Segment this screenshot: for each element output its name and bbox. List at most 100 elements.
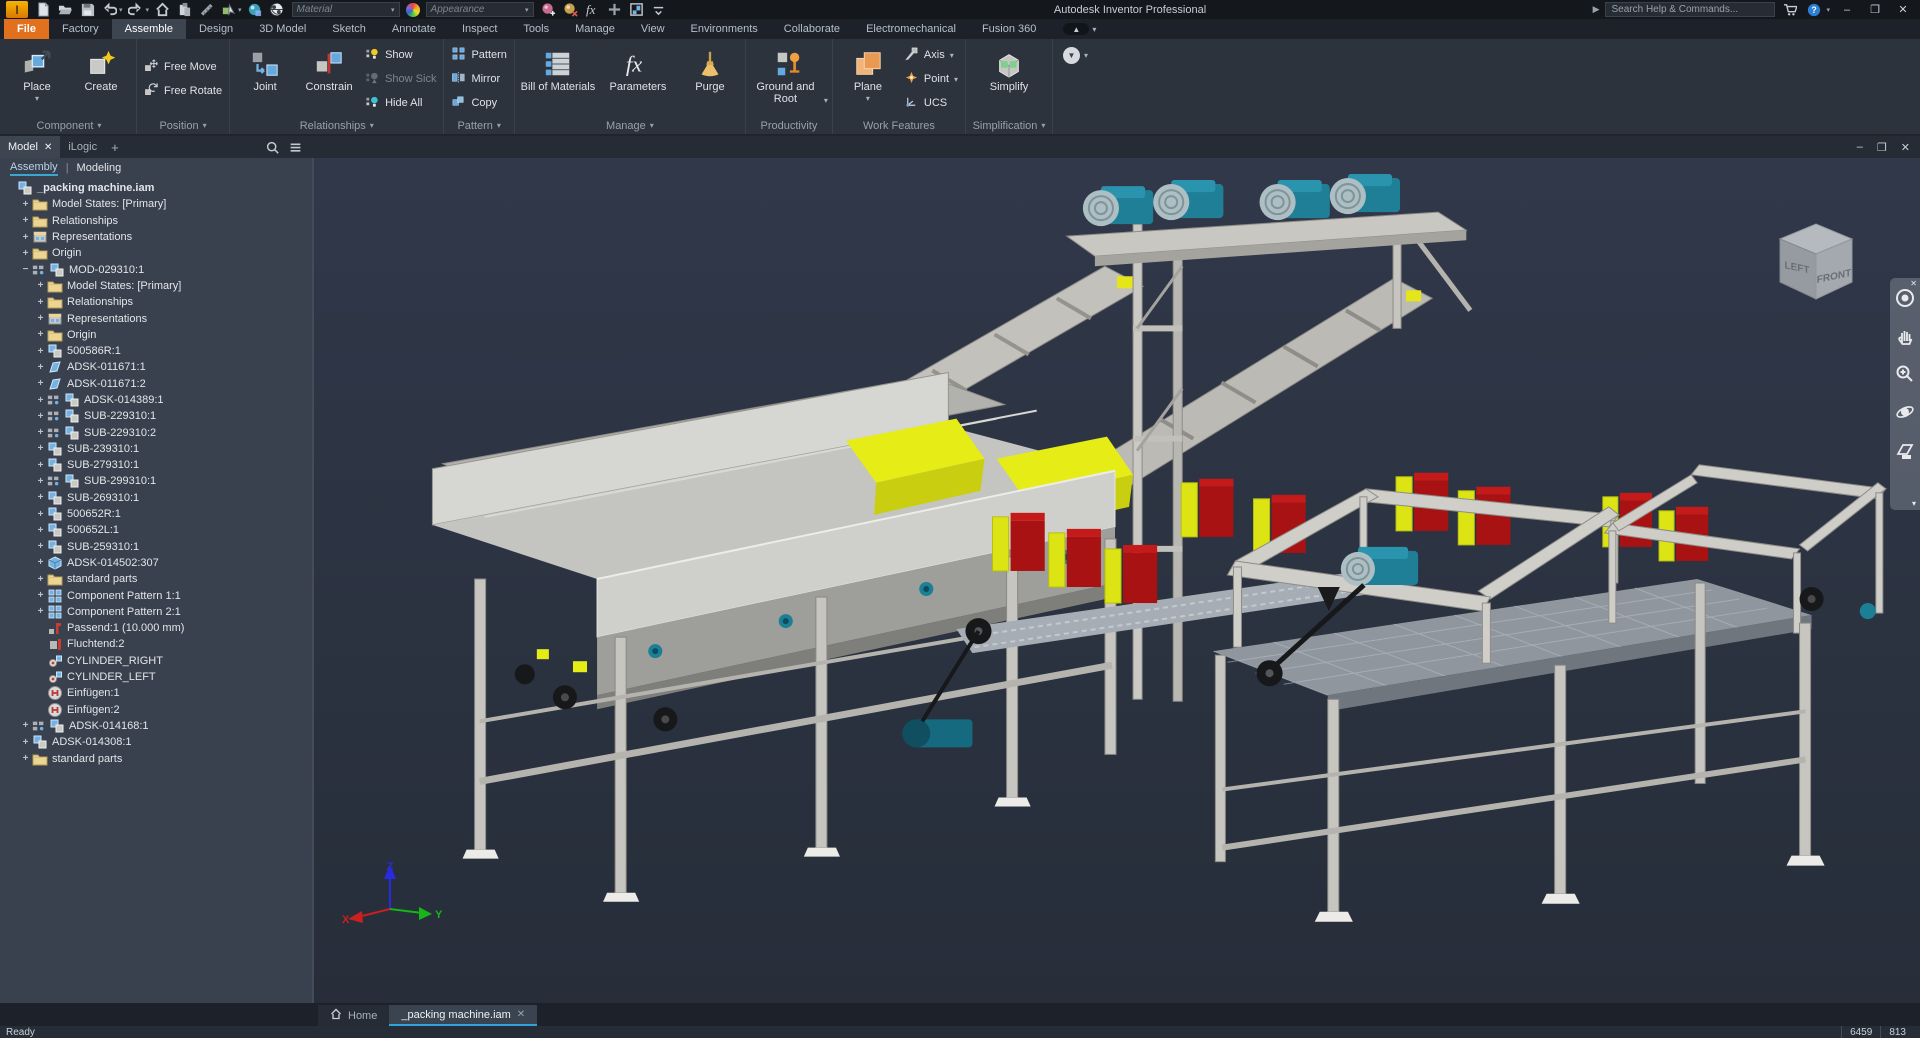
ribbon-tab-inspect[interactable]: Inspect [449,19,510,39]
tree-row[interactable]: +Representations [4,310,312,326]
tree-row[interactable]: Einfügen:1 [4,685,312,701]
expander-plus-icon[interactable]: + [19,232,32,243]
ribbon-hide-all-button[interactable]: Hide All [362,93,439,113]
orbit-icon[interactable] [1895,402,1915,427]
tree-row[interactable]: +Relationships [4,294,312,310]
search-icon[interactable] [266,141,279,154]
ribbon-tab-design[interactable]: Design [186,19,246,39]
new-file-icon[interactable] [34,2,52,18]
pan-icon[interactable] [1895,326,1915,351]
ribbon-tab-electromechanical[interactable]: Electromechanical [853,19,969,39]
browser-tab-model[interactable]: Model✕ [0,136,60,158]
expander-plus-icon[interactable]: + [34,443,47,454]
expander-plus-icon[interactable]: + [34,509,47,520]
tree-row[interactable]: +Component Pattern 2:1 [4,604,312,620]
viewport-3d[interactable]: LEFT FRONT ✕ ▾ Z X Y [312,158,1920,1003]
ribbon-mirror-button[interactable]: Mirror [448,69,509,89]
tree-row[interactable]: +standard parts [4,571,312,587]
expander-plus-icon[interactable]: + [34,411,47,422]
tree-row[interactable]: +ADSK-011671:1 [4,359,312,375]
viewcube[interactable]: LEFT FRONT [1770,213,1862,305]
tree-row[interactable]: −MOD-029310:1 [4,261,312,277]
add-icon[interactable] [606,2,624,18]
doc-close-button[interactable]: ✕ [1901,141,1910,154]
open-icon[interactable] [56,2,74,18]
machine-model[interactable] [314,158,1920,1003]
tree-row[interactable]: +ADSK-014168:1 [4,718,312,734]
ribbon-constrain-button[interactable]: Constrain [298,44,360,114]
browser-subtab-assembly[interactable]: Assembly [10,161,58,176]
expander-plus-icon[interactable]: + [19,199,32,210]
expander-plus-icon[interactable]: + [34,557,47,568]
tree-row[interactable]: +Representations [4,229,312,245]
expand-search-icon[interactable]: ▶ [1593,4,1600,15]
doc-restore-button[interactable]: ❐ [1877,141,1887,154]
ribbon-ucs-button[interactable]: UCS [901,93,961,113]
tree-row[interactable]: +500586R:1 [4,343,312,359]
home-icon[interactable] [153,2,171,18]
fx-icon[interactable]: fx [584,2,602,18]
undo-menu-arrow[interactable]: ▾ [119,6,123,14]
tree-row[interactable]: +500652L:1 [4,522,312,538]
add-browser-tab-button[interactable]: + [105,140,125,155]
qat-menu-icon[interactable] [650,2,668,18]
select-menu-arrow[interactable]: ▾ [238,6,242,14]
expander-plus-icon[interactable]: + [19,753,32,764]
tree-row[interactable]: +Model States: [Primary] [4,196,312,212]
ribbon-collapse-button[interactable]: ▼ [1063,47,1080,64]
tree-row[interactable]: +SUB-259310:1 [4,539,312,555]
tree-row[interactable]: +SUB-279310:1 [4,457,312,473]
tree-row[interactable]: +Component Pattern 1:1 [4,587,312,603]
ribbon-tab-factory[interactable]: Factory [49,19,112,39]
tree-row[interactable]: +SUB-269310:1 [4,490,312,506]
ribbon-joint-button[interactable]: Joint [234,44,296,114]
tree-row[interactable]: +500652R:1 [4,506,312,522]
ribbon-bill-of-materials-button[interactable]: Bill of Materials [519,44,597,114]
remove-appearance-icon[interactable] [562,2,580,18]
expander-plus-icon[interactable]: + [19,248,32,259]
tree-row[interactable]: +SUB-239310:1 [4,441,312,457]
tree-row[interactable]: +ADSK-014389:1 [4,392,312,408]
ribbon-tab-collaborate[interactable]: Collaborate [771,19,853,39]
tree-row[interactable]: CYLINDER_RIGHT [4,653,312,669]
expander-plus-icon[interactable]: + [34,590,47,601]
ribbon-place-button[interactable]: Place▾ [6,44,68,114]
tree-row[interactable]: +ADSK-014502:307 [4,555,312,571]
ribbon-pattern-button[interactable]: Pattern [448,45,509,65]
ribbon-tab-annotate[interactable]: Annotate [379,19,449,39]
expander-plus-icon[interactable]: + [34,313,47,324]
expander-plus-icon[interactable]: + [34,329,47,340]
doc-minimize-button[interactable]: – [1857,141,1863,154]
ribbon-tab-environments[interactable]: Environments [678,19,771,39]
navbar-more-icon[interactable]: ▾ [1912,499,1916,508]
close-icon[interactable]: ✕ [517,1009,525,1020]
ribbon-ground-and-root-button[interactable]: Ground and Root▾ [750,44,828,114]
expander-plus-icon[interactable]: + [34,606,47,617]
tree-row[interactable]: +Relationships [4,213,312,229]
ribbon-collapse-menu-arrow[interactable]: ▾ [1084,51,1088,60]
adjust-material-icon[interactable] [540,2,558,18]
expander-plus-icon[interactable]: + [34,378,47,389]
close-icon[interactable]: ✕ [44,142,52,153]
paste-icon[interactable] [175,2,193,18]
tree-row[interactable]: +SUB-299310:1 [4,473,312,489]
ribbon-tab-assemble[interactable]: Assemble [112,19,186,39]
expander-plus-icon[interactable]: + [34,574,47,585]
panels-icon[interactable] [628,2,646,18]
color-wheel-icon[interactable] [406,3,420,17]
ribbon-tab-fusion-360[interactable]: Fusion 360 [969,19,1049,39]
tree-row[interactable]: CYLINDER_LEFT [4,669,312,685]
browser-subtab-modeling[interactable]: Modeling [77,162,122,174]
fusion-cloud-menu[interactable]: ▲▾ [1063,19,1096,39]
ribbon-group-label-component[interactable]: Component▾ [6,117,132,134]
expander-minus-icon[interactable]: − [19,264,32,275]
tree-row[interactable]: +Model States: [Primary] [4,278,312,294]
expander-plus-icon[interactable]: + [34,460,47,471]
inventor-logo[interactable]: I [6,1,28,18]
ribbon-tab-file[interactable]: File [4,19,49,39]
tree-row[interactable]: +Origin [4,245,312,261]
navigation-bar[interactable]: ✕ ▾ [1890,278,1920,510]
look-at-icon[interactable] [1895,440,1915,465]
ribbon-group-label-simplification[interactable]: Simplification▾ [970,117,1048,134]
tree-row[interactable]: _packing machine.iam [4,180,312,196]
